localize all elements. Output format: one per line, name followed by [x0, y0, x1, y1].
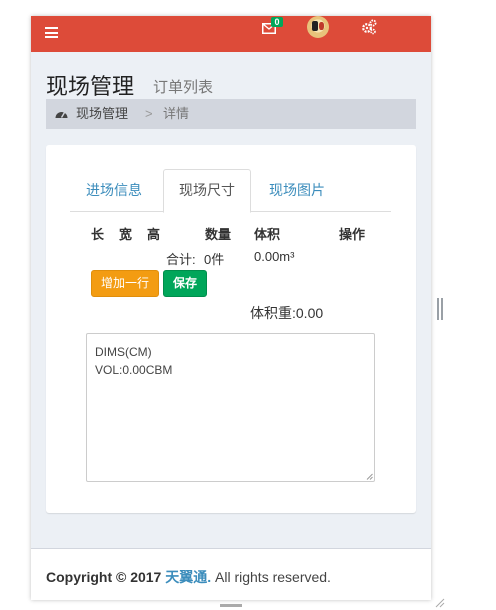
column-header-volume: 体积 — [254, 227, 281, 242]
resize-grip-icon[interactable] — [366, 473, 373, 480]
total-volume: 0.00m³ — [254, 249, 295, 264]
save-button[interactable]: 保存 — [163, 270, 207, 297]
footer-copyright: Copyright © 2017 — [46, 569, 162, 585]
breadcrumb-home-link[interactable]: 现场管理 — [76, 99, 128, 129]
column-header-width: 宽 — [119, 227, 133, 242]
detail-panel: 进场信息 现场尺寸 现场图片 长 宽 高 数量 体积 操作 合计: 0件 0.0… — [46, 145, 416, 513]
breadcrumb-separator: > — [145, 106, 153, 121]
pane-splitter-handle[interactable] — [437, 298, 443, 320]
menu-toggle-icon[interactable] — [45, 27, 58, 38]
dashboard-icon — [55, 112, 68, 118]
breadcrumb-current: 详情 — [163, 106, 190, 121]
dimensions-textarea[interactable]: DIMS(CM) VOL:0.00CBM — [86, 333, 375, 482]
bottom-resize-handle[interactable] — [220, 604, 242, 607]
user-avatar[interactable] — [307, 16, 329, 38]
page-footer: Copyright © 2017 天翼通. All rights reserve… — [31, 548, 431, 600]
column-header-quantity: 数量 — [205, 227, 232, 242]
footer-text: Copyright © 2017 天翼通. All rights reserve… — [46, 567, 331, 587]
textarea-line-vol: VOL:0.00CBM — [95, 363, 173, 377]
volume-weight-value: 体积重:0.00 — [250, 305, 324, 321]
footer-rights: All rights reserved. — [215, 569, 331, 585]
add-row-button[interactable]: 增加一行 — [91, 270, 159, 297]
column-header-height: 高 — [147, 227, 161, 242]
messages-count-badge: 0 — [271, 17, 283, 27]
footer-brand-link[interactable]: 天翼通. — [165, 569, 211, 585]
total-label: 合计: — [166, 252, 196, 267]
settings-gears-icon[interactable] — [361, 19, 377, 35]
breadcrumb: 现场管理 > 详情 — [46, 99, 416, 129]
page-title: 现场管理 — [46, 74, 135, 99]
top-navbar: 0 — [31, 16, 431, 52]
tab-site-photos[interactable]: 现场图片 — [253, 169, 341, 211]
app-window: 0 现场管理 订单列表 现场管理 > 详情 进场信息 现场尺寸 现场图片 长 宽… — [31, 16, 431, 600]
total-quantity: 0件 — [204, 252, 225, 267]
tab-bar: 进场信息 现场尺寸 现场图片 — [70, 169, 391, 213]
tab-entry-info[interactable]: 进场信息 — [70, 169, 158, 211]
messages-button[interactable]: 0 — [262, 17, 283, 37]
column-header-length: 长 — [91, 227, 105, 242]
column-header-action: 操作 — [339, 227, 366, 242]
tab-site-dimensions[interactable]: 现场尺寸 — [163, 169, 251, 213]
page-subtitle: 订单列表 — [153, 79, 214, 96]
window-resize-grip-icon[interactable] — [435, 598, 445, 608]
textarea-line-dims: DIMS(CM) — [95, 345, 152, 359]
